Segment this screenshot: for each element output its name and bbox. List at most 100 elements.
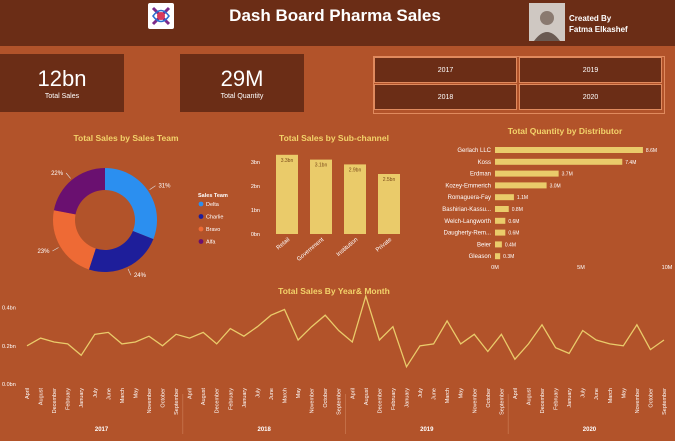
x-tick-label: April — [25, 388, 31, 399]
year-axis-label: 2018 — [258, 427, 272, 433]
x-tick-label: January — [79, 388, 85, 408]
bar-data-label: 0.8M — [512, 207, 523, 213]
bar — [495, 241, 502, 248]
year-button-2019[interactable]: 2019 — [519, 57, 662, 83]
x-tick-label: January — [242, 388, 248, 408]
year-axis-label: 2017 — [95, 427, 109, 433]
x-tick-label: 10M — [662, 265, 673, 271]
y-category-label: Kozey-Emmerich — [445, 183, 491, 189]
x-tick-label: December — [377, 388, 383, 414]
pie-slice — [53, 210, 96, 270]
x-tick-label: February — [228, 388, 234, 410]
x-tick-label: September — [337, 388, 343, 415]
y-tick-label: 3bn — [251, 160, 260, 166]
y-tick-label: 1bn — [251, 208, 260, 214]
kpi-label: Total Sales — [44, 93, 80, 100]
x-tick-label: April — [350, 388, 356, 399]
bar-data-label: 3.1bn — [315, 163, 328, 169]
sales-team-donut-chart: Total Sales by Sales Team 31% 24% 23% 22% Sal… — [37, 133, 227, 279]
pie-data-label: 24% — [134, 273, 147, 279]
y-tick-label: 0.0bn — [2, 382, 16, 388]
bar-data-label: 3.3bn — [281, 158, 294, 164]
kpi-value: 29M — [220, 66, 264, 91]
x-tick-label: August — [526, 388, 532, 406]
x-tick-label: December — [52, 388, 58, 414]
bar-data-label: 8.6M — [646, 148, 657, 154]
legend-marker — [198, 214, 204, 219]
x-tick-label: February — [391, 388, 397, 410]
x-tick-label: August — [364, 388, 370, 406]
x-tick-label: November — [310, 388, 316, 414]
pie-data-label: 31% — [158, 184, 171, 190]
credit: Created By Fatma Elkashef — [569, 13, 628, 35]
logo-icon — [151, 6, 171, 26]
y-category-label: Romaguera-Fay — [448, 195, 491, 201]
x-tick-label: March — [445, 388, 451, 403]
bar-data-label: 2.5bn — [383, 177, 396, 183]
bar — [495, 229, 506, 236]
y-category-label: Erdman — [470, 172, 491, 178]
x-tick-label: March — [283, 388, 289, 403]
legend-label: Alfa — [206, 240, 216, 246]
slice-leader-line — [127, 268, 132, 276]
legend-label: Charlie — [206, 215, 223, 221]
legend-marker — [198, 239, 204, 244]
x-tick-label: September — [499, 388, 505, 415]
y-tick-label: 0.2bn — [2, 344, 16, 350]
y-tick-label: 0bn — [251, 232, 260, 238]
x-tick-label: September — [174, 388, 180, 415]
x-tick-label: Private — [375, 237, 394, 254]
x-tick-label: January — [404, 388, 410, 408]
x-tick-label: October — [161, 388, 167, 408]
x-tick-label: November — [147, 388, 153, 414]
x-tick-label: 5M — [577, 265, 585, 271]
x-tick-label: July — [418, 388, 424, 398]
year-button-2017[interactable]: 2017 — [374, 57, 517, 83]
x-tick-label: October — [323, 388, 329, 408]
author-name: Fatma Elkashef — [569, 25, 628, 34]
pie-data-label: 23% — [37, 249, 50, 255]
y-category-label: Gerlach LLC — [457, 148, 491, 154]
x-tick-label: 0M — [491, 265, 499, 271]
legend-label: Bravo — [206, 227, 220, 233]
kpi-label: Total Quantity — [220, 93, 264, 100]
x-tick-label: November — [635, 388, 641, 414]
x-tick-label: Government — [296, 237, 325, 263]
bar — [495, 158, 623, 165]
bar — [495, 206, 509, 212]
y-category-label: Welch-Langworth — [444, 219, 491, 225]
bar-data-label: 0.6M — [508, 219, 519, 225]
bar — [378, 174, 400, 234]
y-category-label: Daugherty-Rem... — [444, 231, 492, 237]
x-tick-label: May — [459, 388, 465, 399]
bar — [495, 194, 514, 201]
year-button-2018[interactable]: 2018 — [374, 84, 517, 110]
x-tick-label: January — [567, 388, 573, 408]
page-title: Dash Board Pharma Sales — [229, 6, 441, 25]
sub-channel-bar-chart: Total Sales by Sub-channel 0bn 1bn 2bn 3bn 3.… — [251, 133, 400, 263]
bar-data-label: 7.4M — [625, 160, 636, 166]
kpi-card-total-quantity: 29M Total Quantity — [180, 54, 304, 112]
distributor-bar-chart: Total Quantity by Distributor Gerlach LLC… — [442, 126, 673, 271]
bar-data-label: 0.4M — [505, 242, 516, 248]
bar — [276, 154, 298, 234]
kpi-card-total-sales: 12bn Total Sales — [0, 54, 124, 112]
logo — [148, 3, 174, 29]
slice-leader-line — [65, 172, 71, 179]
bar — [495, 217, 506, 224]
y-category-label: Gleason — [469, 254, 491, 260]
bar — [310, 159, 332, 234]
year-button-2020[interactable]: 2020 — [519, 84, 662, 110]
chart-title: Total Quantity by Distributor — [508, 126, 623, 136]
chart-title: Total Sales by Sales Team — [73, 133, 178, 143]
y-tick-label: 0.4bn — [2, 306, 16, 312]
monthly-sales-line-chart: Total Sales By Year& Month 0.0bn 0.2bn 0.4b… — [2, 286, 668, 434]
year-axis-label: 2019 — [420, 427, 434, 433]
x-tick-label: June — [594, 388, 600, 400]
x-tick-label: July — [93, 388, 99, 398]
bar — [495, 253, 501, 260]
x-tick-label: Institution — [336, 237, 360, 258]
x-tick-label: August — [39, 388, 45, 406]
avatar — [529, 3, 565, 41]
x-tick-label: April — [513, 388, 519, 399]
